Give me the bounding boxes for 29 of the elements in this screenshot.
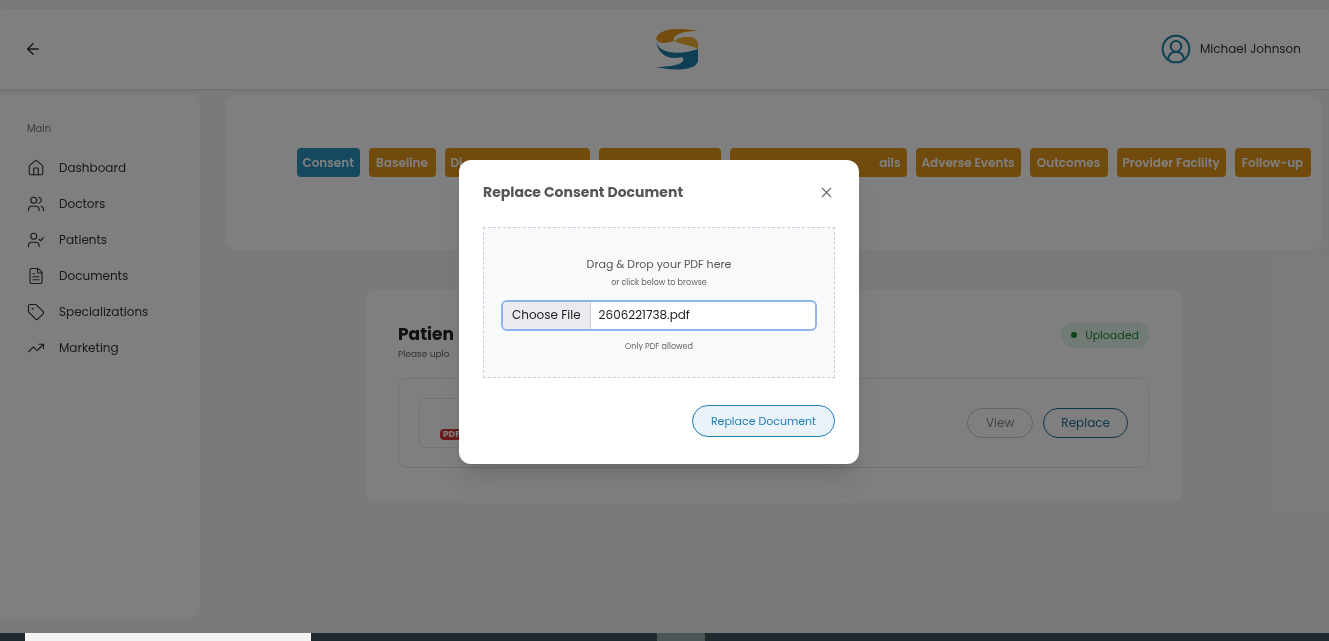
- user-name: Michael Johnson: [1200, 40, 1301, 58]
- sidebar-item[interactable]: Dashboard: [27, 150, 200, 186]
- card-subtitle: Please uplo: [398, 347, 451, 361]
- users-icon: [27, 195, 45, 213]
- avatar-icon[interactable]: [1160, 33, 1192, 65]
- card-title: Patien: [398, 322, 454, 348]
- replace-document-button[interactable]: Replace Document: [692, 405, 835, 437]
- house-icon: [27, 159, 45, 177]
- file-note: Only PDF allowed: [625, 340, 693, 353]
- sidebar-item[interactable]: Specializations: [27, 294, 200, 330]
- taskbar-search-field[interactable]: [25, 633, 311, 641]
- file-input[interactable]: Choose File 2606221738.pdf: [501, 299, 817, 331]
- sidebar-item[interactable]: Doctors: [27, 186, 200, 222]
- file-name: 2606221738.pdf: [597, 305, 691, 325]
- status-badge: Uploaded: [1061, 322, 1149, 348]
- drop-title: Drag & Drop your PDF here: [586, 256, 732, 273]
- modal-title: Replace Consent Document: [483, 182, 684, 203]
- drop-hint: or click below to browse: [611, 276, 707, 289]
- document-icon: [27, 267, 45, 285]
- sidebar-item[interactable]: Documents: [27, 258, 200, 294]
- step-tab[interactable]: Consent: [296, 148, 360, 177]
- sidebar-section-label: Main: [27, 121, 53, 136]
- back-icon[interactable]: [24, 40, 42, 58]
- sidebar-item[interactable]: Patients: [27, 222, 200, 258]
- drop-zone[interactable]: Drag & Drop your PDF here or click below to browse Choose File 2606221738.pdf Only PDF allowed: [483, 227, 835, 378]
- tag-icon: [27, 303, 45, 321]
- choose-file-button[interactable]: Choose File: [503, 301, 591, 329]
- sidebar-item[interactable]: Marketing: [27, 330, 200, 366]
- user-check-icon: [27, 231, 45, 249]
